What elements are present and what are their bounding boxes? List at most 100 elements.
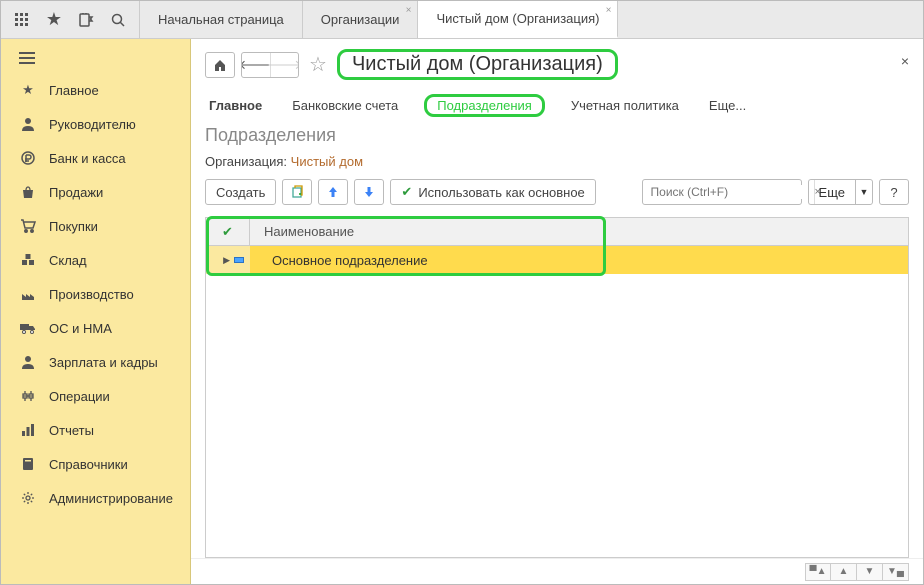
organization-line: Организация: Чистый дом — [205, 154, 909, 169]
section-title: Подразделения — [205, 125, 909, 146]
create-button[interactable]: Создать — [205, 179, 276, 205]
chart-icon — [19, 421, 37, 439]
person-solid-icon — [19, 353, 37, 371]
column-check[interactable]: ✔ — [206, 218, 250, 245]
content-header: × 🡐 🡒 ☆ Чистый дом (Организация) Главное… — [191, 39, 923, 205]
table-header: ✔ Наименование — [206, 218, 908, 246]
sidebar-item-label: Операции — [49, 389, 110, 404]
app-window: ★ Начальная страница Организации × Чисты… — [0, 0, 924, 585]
close-icon[interactable]: × — [406, 5, 412, 16]
subtab-accounting-policy[interactable]: Учетная политика — [567, 96, 683, 115]
organization-label: Организация: — [205, 154, 287, 169]
chevron-down-icon[interactable]: ▼ — [855, 179, 873, 205]
star-icon: ★ — [19, 81, 37, 99]
scroll-bottom-icon[interactable]: ▼▄ — [883, 563, 909, 581]
boxes-icon — [19, 251, 37, 269]
sidebar-item-label: Администрирование — [49, 491, 173, 506]
tab-label: Начальная страница — [158, 12, 284, 27]
operations-icon — [19, 387, 37, 405]
sidebar-item-label: Отчеты — [49, 423, 94, 438]
search-input[interactable] — [643, 185, 814, 199]
gear-icon — [19, 489, 37, 507]
close-icon[interactable]: × — [901, 53, 909, 69]
sidebar-item-bank[interactable]: Банк и касса — [1, 141, 190, 175]
close-icon[interactable]: × — [606, 5, 612, 16]
sidebar-item-warehouse[interactable]: Склад — [1, 243, 190, 277]
person-icon — [19, 115, 37, 133]
sidebar-item-sales[interactable]: Продажи — [1, 175, 190, 209]
more-button[interactable]: Еще ▼ — [808, 179, 873, 205]
sidebar-item-main[interactable]: ★ Главное — [1, 73, 190, 107]
subtabs: Главное Банковские счета Подразделения У… — [205, 94, 909, 117]
tab-organizations[interactable]: Организации × — [303, 1, 419, 38]
sidebar-item-catalogs[interactable]: Справочники — [1, 447, 190, 481]
tab-organization-detail[interactable]: Чистый дом (Организация) × — [418, 1, 618, 38]
sidebar-item-label: Покупки — [49, 219, 98, 234]
subtab-more[interactable]: Еще... — [705, 96, 750, 115]
column-name[interactable]: Наименование — [250, 224, 908, 239]
top-bar: ★ Начальная страница Организации × Чисты… — [1, 1, 923, 39]
move-down-button[interactable] — [354, 179, 384, 205]
sidebar-item-operations[interactable]: Операции — [1, 379, 190, 413]
tab-home[interactable]: Начальная страница — [140, 1, 303, 38]
sidebar-toggle[interactable] — [1, 43, 190, 73]
move-up-button[interactable] — [318, 179, 348, 205]
body: ★ Главное Руководителю Банк и касса Прод… — [1, 39, 923, 584]
star-icon[interactable]: ★ — [45, 11, 63, 29]
content: × 🡐 🡒 ☆ Чистый дом (Организация) Главное… — [191, 39, 923, 584]
sidebar-item-manager[interactable]: Руководителю — [1, 107, 190, 141]
item-icon — [234, 257, 244, 263]
page-title: Чистый дом (Организация) — [337, 49, 618, 80]
favorite-star-icon[interactable]: ☆ — [309, 52, 327, 77]
sidebar-item-label: Главное — [49, 83, 99, 98]
nav-row: 🡐 🡒 ☆ Чистый дом (Организация) — [205, 49, 909, 80]
history-icon[interactable] — [77, 11, 95, 29]
sidebar-item-label: Склад — [49, 253, 87, 268]
home-button[interactable] — [205, 52, 235, 78]
sidebar-item-reports[interactable]: Отчеты — [1, 413, 190, 447]
tab-label: Чистый дом (Организация) — [436, 11, 599, 26]
use-as-main-button[interactable]: ✔ Использовать как основное — [390, 179, 595, 205]
sidebar-item-admin[interactable]: Администрирование — [1, 481, 190, 515]
table-body: ▶ Основное подразделение — [206, 246, 908, 557]
sidebar: ★ Главное Руководителю Банк и касса Прод… — [1, 39, 191, 584]
nav-back-forward: 🡐 🡒 — [241, 52, 299, 78]
subtab-divisions[interactable]: Подразделения — [424, 94, 545, 117]
back-button[interactable]: 🡐 — [242, 53, 270, 77]
search-icon[interactable] — [109, 11, 127, 29]
sidebar-item-label: Зарплата и кадры — [49, 355, 158, 370]
scroll-up-icon[interactable]: ▲ — [831, 563, 857, 581]
forward-button[interactable]: 🡒 — [270, 53, 298, 77]
sidebar-item-label: Руководителю — [49, 117, 136, 132]
cart-icon — [19, 217, 37, 235]
book-icon — [19, 455, 37, 473]
toolbar: Создать ✔ Использовать как основное × Ещ — [205, 179, 909, 205]
sidebar-item-hr[interactable]: Зарплата и кадры — [1, 345, 190, 379]
sidebar-item-label: Банк и касса — [49, 151, 126, 166]
sidebar-item-label: ОС и НМА — [49, 321, 112, 336]
organization-link[interactable]: Чистый дом — [291, 154, 363, 169]
sidebar-item-purchases[interactable]: Покупки — [1, 209, 190, 243]
scroll-top-icon[interactable]: ▀▲ — [805, 563, 831, 581]
factory-icon — [19, 285, 37, 303]
expand-icon[interactable]: ▶ — [223, 255, 230, 266]
button-label: Использовать как основное — [418, 185, 584, 200]
sidebar-item-label: Справочники — [49, 457, 128, 472]
table-footer-nav: ▀▲ ▲ ▼ ▼▄ — [191, 558, 923, 584]
help-button[interactable]: ? — [879, 179, 909, 205]
button-label: Создать — [216, 185, 265, 200]
truck-icon — [19, 319, 37, 337]
search-field[interactable]: × — [642, 179, 802, 205]
row-name: Основное подразделение — [250, 253, 908, 268]
subtab-bank-accounts[interactable]: Банковские счета — [288, 96, 402, 115]
check-icon: ✔ — [401, 184, 412, 200]
top-icon-group: ★ — [1, 1, 140, 38]
table-row[interactable]: ▶ Основное подразделение — [206, 246, 908, 274]
sidebar-item-assets[interactable]: ОС и НМА — [1, 311, 190, 345]
apps-grid-icon[interactable] — [13, 11, 31, 29]
scroll-down-icon[interactable]: ▼ — [857, 563, 883, 581]
copy-button[interactable] — [282, 179, 312, 205]
top-tabs: Начальная страница Организации × Чистый … — [140, 1, 618, 38]
sidebar-item-production[interactable]: Производство — [1, 277, 190, 311]
subtab-main[interactable]: Главное — [205, 96, 266, 115]
